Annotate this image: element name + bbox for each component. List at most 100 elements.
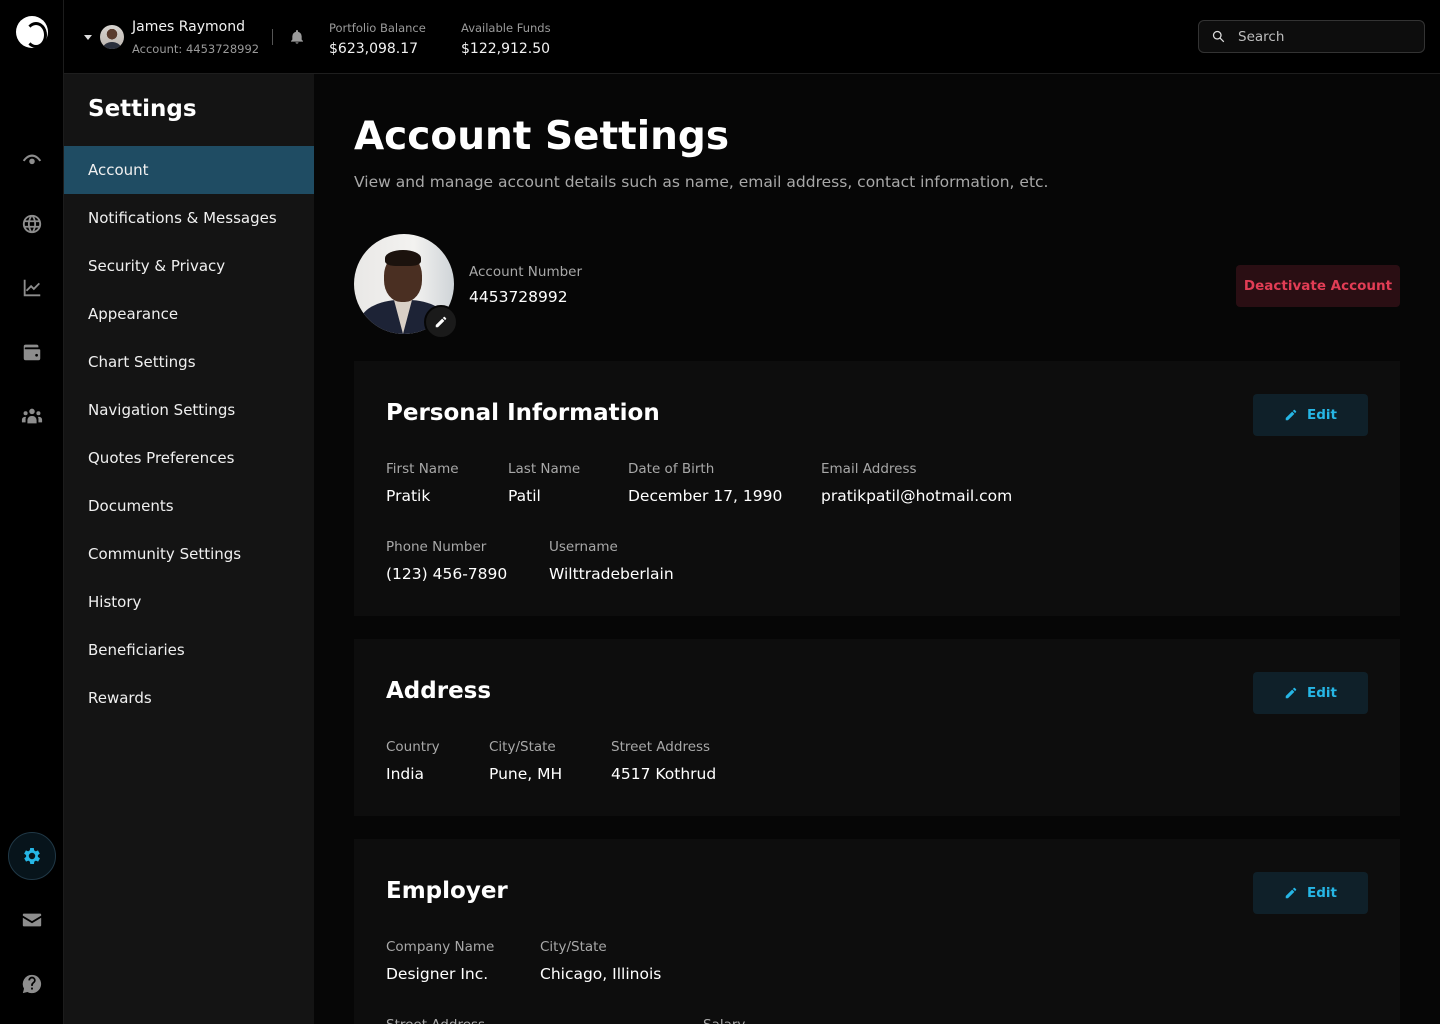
account-number-value: 4453728992 bbox=[469, 288, 568, 306]
field-value: December 17, 1990 bbox=[628, 487, 783, 505]
phone-number-field: Phone Number (123) 456-7890 bbox=[386, 538, 507, 584]
field-value: Pratik bbox=[386, 487, 431, 505]
field-label: Street Address bbox=[386, 1016, 485, 1024]
field-value: Wilttradeberlain bbox=[549, 565, 674, 583]
field-label: First Name bbox=[386, 461, 459, 477]
field-label: Last Name bbox=[508, 461, 581, 477]
edit-photo-button[interactable] bbox=[424, 305, 458, 339]
user-account-number: Account: 4453728992 bbox=[132, 41, 260, 56]
field-value: India bbox=[386, 765, 425, 783]
globe-icon[interactable] bbox=[16, 208, 48, 240]
date-of-birth-field: Date of Birth December 17, 1990 bbox=[628, 460, 782, 506]
portfolio-balance-label: Portfolio Balance bbox=[329, 21, 426, 35]
chevron-down-icon[interactable] bbox=[84, 34, 92, 40]
icon-rail bbox=[0, 0, 64, 1024]
field-value: Pune, MH bbox=[489, 765, 563, 783]
city-state-field: City/State Pune, MH bbox=[489, 738, 562, 784]
page-title: Account Settings bbox=[354, 114, 730, 159]
menu-item-history[interactable]: History bbox=[64, 578, 314, 626]
user-name: James Raymond bbox=[132, 18, 245, 35]
last-name-field: Last Name Patil bbox=[508, 460, 580, 506]
account-number-label: Account Number bbox=[469, 264, 583, 280]
field-label: City/State bbox=[489, 739, 556, 755]
settings-menu-list: Account Notifications & Messages Securit… bbox=[64, 146, 314, 722]
pencil-icon bbox=[1285, 887, 1297, 899]
salary-field: Salary bbox=[703, 1016, 745, 1024]
field-value: Designer Inc. bbox=[386, 965, 489, 983]
menu-item-documents[interactable]: Documents bbox=[64, 482, 314, 530]
edit-personal-button[interactable]: Edit bbox=[1253, 394, 1368, 436]
field-label: Country bbox=[386, 739, 440, 755]
pencil-icon bbox=[1285, 687, 1297, 699]
personal-information-card: Personal Information Edit First Name Pra… bbox=[354, 361, 1400, 616]
user-avatar bbox=[100, 25, 124, 49]
field-label: Username bbox=[549, 539, 618, 555]
field-value: Patil bbox=[508, 487, 541, 505]
search-input[interactable] bbox=[1238, 28, 1398, 45]
employer-city-state-field: City/State Chicago, Illinois bbox=[540, 938, 661, 984]
mail-icon[interactable] bbox=[16, 904, 48, 936]
menu-item-navigation-settings[interactable]: Navigation Settings bbox=[64, 386, 314, 434]
edit-employer-button[interactable]: Edit bbox=[1253, 872, 1368, 914]
trending-chart-icon[interactable] bbox=[16, 272, 48, 304]
street-address-field: Street Address 4517 Kothrud bbox=[611, 738, 716, 784]
employer-title: Employer bbox=[386, 878, 508, 904]
field-value: Chicago, Illinois bbox=[540, 965, 662, 983]
edit-label: Edit bbox=[1307, 407, 1337, 423]
account-settings-panel: Account Settings View and manage account… bbox=[314, 74, 1440, 1024]
field-value: 4517 Kothrud bbox=[611, 765, 717, 783]
pencil-icon bbox=[1285, 409, 1297, 421]
menu-item-chart-settings[interactable]: Chart Settings bbox=[64, 338, 314, 386]
edit-label: Edit bbox=[1307, 885, 1337, 901]
menu-item-quotes-preferences[interactable]: Quotes Preferences bbox=[64, 434, 314, 482]
watchlist-eye-icon[interactable] bbox=[16, 144, 48, 176]
address-card: Address Edit Country India City/State Pu… bbox=[354, 639, 1400, 816]
country-field: Country India bbox=[386, 738, 440, 784]
field-value: pratikpatil@hotmail.com bbox=[821, 487, 1013, 505]
first-name-field: First Name Pratik bbox=[386, 460, 459, 506]
personal-information-title: Personal Information bbox=[386, 400, 660, 426]
deactivate-account-button[interactable]: Deactivate Account bbox=[1236, 265, 1400, 307]
company-name-field: Company Name Designer Inc. bbox=[386, 938, 494, 984]
available-funds-value: $122,912.50 bbox=[461, 41, 551, 57]
top-bar: James Raymond Account: 4453728992 Portfo… bbox=[64, 0, 1440, 74]
wallet-icon[interactable] bbox=[16, 336, 48, 368]
field-label: Phone Number bbox=[386, 539, 487, 555]
user-switcher[interactable]: James Raymond Account: 4453728992 bbox=[84, 16, 259, 58]
menu-item-appearance[interactable]: Appearance bbox=[64, 290, 314, 338]
settings-menu: Settings Account Notifications & Message… bbox=[64, 74, 314, 1024]
field-value: (123) 456-7890 bbox=[386, 565, 508, 583]
menu-item-community-settings[interactable]: Community Settings bbox=[64, 530, 314, 578]
menu-item-notifications[interactable]: Notifications & Messages bbox=[64, 194, 314, 242]
menu-item-security[interactable]: Security & Privacy bbox=[64, 242, 314, 290]
edit-address-button[interactable]: Edit bbox=[1253, 672, 1368, 714]
username-field: Username Wilttradeberlain bbox=[549, 538, 674, 584]
employer-street-address-field: Street Address bbox=[386, 1016, 485, 1024]
search-icon bbox=[1212, 30, 1225, 43]
search-box[interactable] bbox=[1198, 20, 1425, 53]
logo-icon[interactable] bbox=[16, 16, 48, 48]
pencil-icon bbox=[435, 316, 447, 328]
field-label: City/State bbox=[540, 939, 607, 955]
email-address-field: Email Address pratikpatil@hotmail.com bbox=[821, 460, 1012, 506]
bell-icon[interactable] bbox=[289, 29, 305, 45]
field-label: Email Address bbox=[821, 461, 917, 477]
portfolio-balance: Portfolio Balance $623,098.17 bbox=[329, 20, 426, 58]
settings-gear-icon[interactable] bbox=[8, 832, 56, 880]
available-funds-label: Available Funds bbox=[461, 21, 551, 35]
portfolio-balance-value: $623,098.17 bbox=[329, 41, 419, 57]
menu-item-rewards[interactable]: Rewards bbox=[64, 674, 314, 722]
field-label: Company Name bbox=[386, 939, 495, 955]
menu-title: Settings bbox=[88, 96, 197, 122]
employer-card: Employer Edit Company Name Designer Inc.… bbox=[354, 839, 1400, 1024]
page-subtitle: View and manage account details such as … bbox=[354, 173, 1049, 191]
help-icon[interactable] bbox=[16, 968, 48, 1000]
menu-item-beneficiaries[interactable]: Beneficiaries bbox=[64, 626, 314, 674]
field-label: Date of Birth bbox=[628, 461, 715, 477]
address-title: Address bbox=[386, 678, 492, 704]
community-group-icon[interactable] bbox=[16, 400, 48, 432]
available-funds: Available Funds $122,912.50 bbox=[461, 20, 551, 58]
menu-item-account[interactable]: Account bbox=[64, 146, 314, 194]
divider bbox=[272, 29, 273, 45]
field-label: Salary bbox=[703, 1016, 745, 1024]
